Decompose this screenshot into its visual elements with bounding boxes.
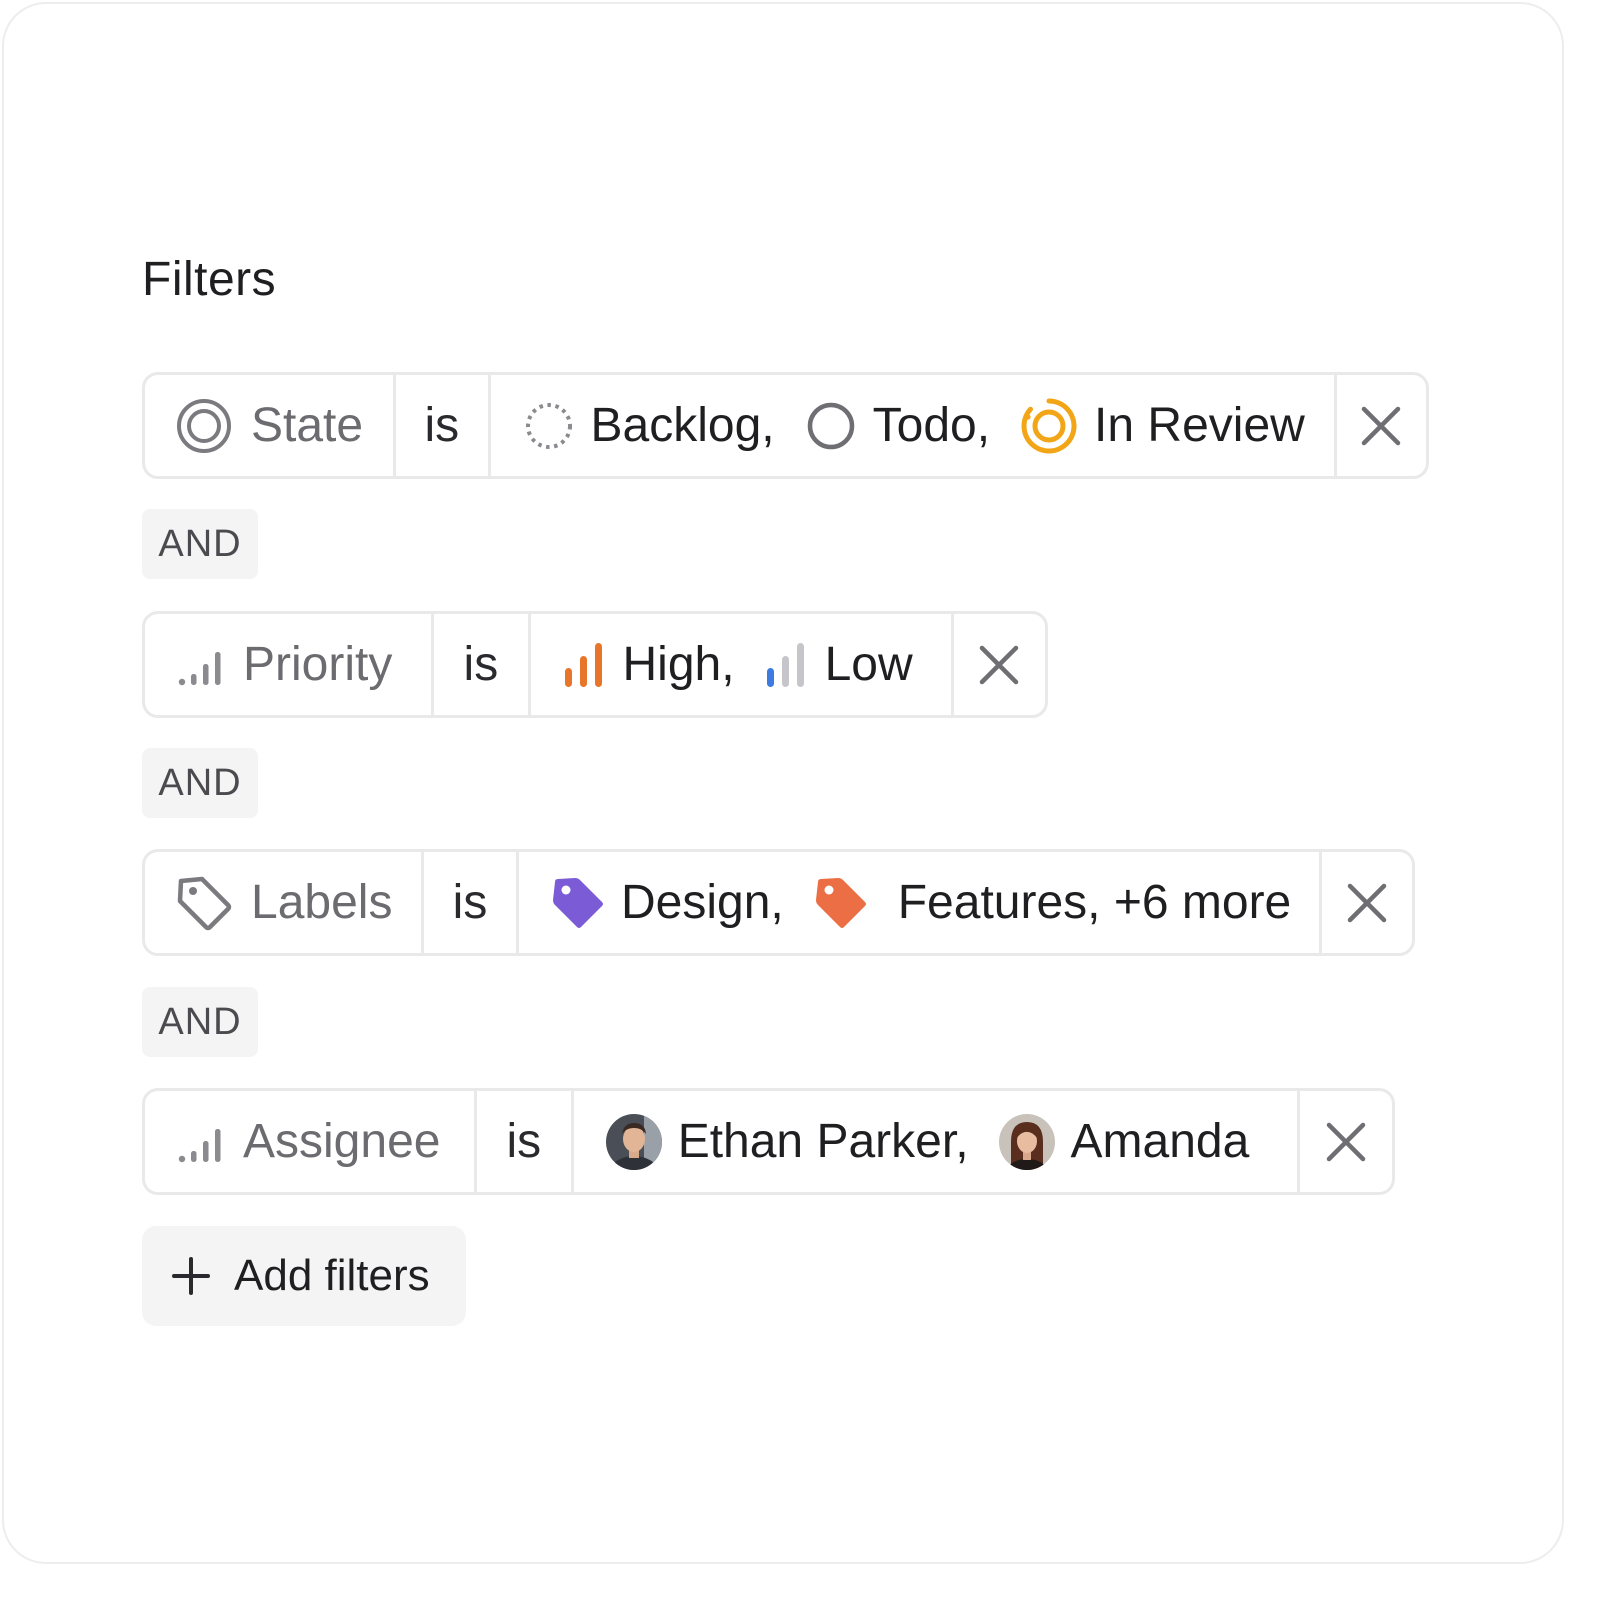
avatar [998,1113,1055,1170]
filter-field-labels[interactable]: Labels [145,852,424,953]
filter-operator[interactable]: is [434,614,531,715]
filter-field-assignee[interactable]: Assignee [145,1091,478,1192]
remove-filter-button[interactable] [954,614,1045,715]
in-review-icon [1020,397,1078,455]
value-low: Low [824,638,913,691]
tag-outline-icon [175,874,233,932]
value-amanda: Amanda [1070,1115,1250,1168]
filter-field-label: Labels [251,876,393,929]
filter-values-labels[interactable]: Design, Features, +6 more [519,852,1322,953]
filter-operator[interactable]: is [424,852,519,953]
close-icon [979,645,1019,685]
priority-bars-icon [175,640,225,690]
remove-filter-button[interactable] [1337,375,1426,476]
value-design: Design, [620,876,784,929]
filter-values-state[interactable]: Backlog, Todo, In Review [491,375,1337,476]
filter-values-assignee[interactable]: Ethan Parker, Amanda [574,1091,1301,1192]
filter-field-state[interactable]: State [145,375,397,476]
state-circle-icon [175,397,233,455]
value-backlog: Backlog, [590,399,775,452]
page-title: Filters [142,253,277,306]
filter-row-assignee: Assignee is Ethan Parker, Amanda [142,1088,1395,1195]
tag-purple-icon [551,876,605,930]
remove-filter-button[interactable] [1300,1091,1392,1192]
priority-bars-icon [175,1117,225,1167]
operator-label: is [506,1115,542,1168]
value-in-review: In Review [1094,399,1305,452]
operator-label: is [463,638,499,691]
plus-icon [172,1257,210,1295]
filter-operator[interactable]: is [477,1091,574,1192]
filter-row-labels: Labels is Design, Features, +6 more [142,849,1415,956]
filter-operator[interactable]: is [396,375,491,476]
value-features: Features, +6 more [897,876,1292,929]
and-connector: AND [142,509,258,579]
close-icon [1347,883,1387,923]
todo-circle-icon [805,400,857,452]
backlog-dashed-circle-icon [523,400,575,452]
value-ethan-parker: Ethan Parker, [677,1115,969,1168]
filter-field-label: Assignee [243,1115,441,1168]
filters-card: Filters State is Backlog, Todo, In Revie… [2,2,1564,1564]
add-filters-label: Add filters [234,1251,430,1300]
and-connector: AND [142,748,258,818]
value-high: High, [622,638,735,691]
filter-field-priority[interactable]: Priority [145,614,435,715]
close-icon [1326,1122,1366,1162]
filter-field-label: Priority [243,638,393,691]
operator-label: is [452,876,488,929]
filter-row-state: State is Backlog, Todo, In Review [142,372,1429,479]
high-priority-icon [563,640,607,690]
filter-field-label: State [251,399,364,452]
add-filters-button[interactable]: Add filters [142,1226,466,1326]
tag-orange-icon [814,876,868,930]
filter-row-priority: Priority is High, Low [142,611,1048,718]
low-priority-icon [765,640,809,690]
value-todo: Todo, [872,399,991,452]
remove-filter-button[interactable] [1322,852,1412,953]
close-icon [1361,406,1401,446]
avatar [605,1113,662,1170]
operator-label: is [424,399,460,452]
and-connector: AND [142,987,258,1057]
filter-values-priority[interactable]: High, Low [531,614,954,715]
